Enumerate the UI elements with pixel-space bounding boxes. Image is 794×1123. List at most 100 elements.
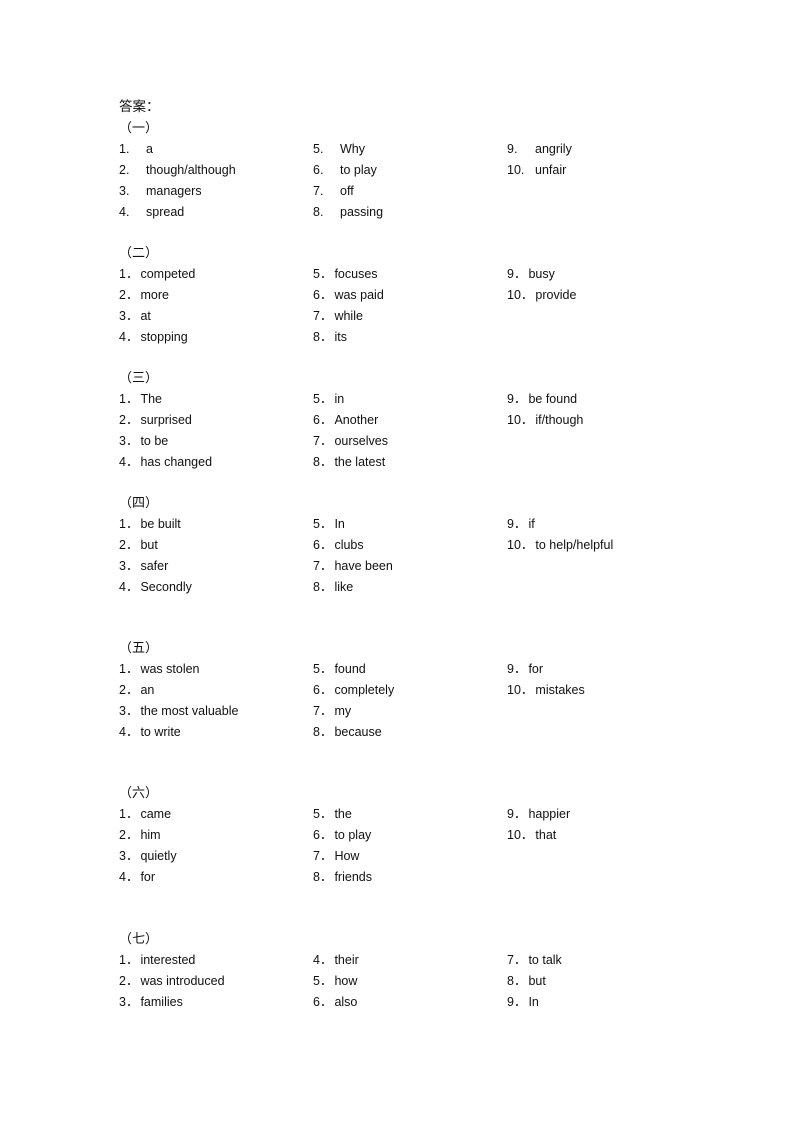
answer-item: 5． in bbox=[313, 391, 344, 407]
item-answer: the bbox=[334, 807, 352, 821]
answer-item: 7. off bbox=[313, 183, 354, 199]
answer-item: 9． be found bbox=[507, 391, 577, 407]
answer-item: 6． also bbox=[313, 994, 357, 1010]
item-number: 10． bbox=[507, 683, 534, 697]
answer-item: 4． their bbox=[313, 952, 359, 968]
answer-item: 2． but bbox=[119, 537, 158, 553]
answer-item: 7． How bbox=[313, 848, 359, 864]
answer-item: 10． if/though bbox=[507, 412, 583, 428]
item-number: 3. bbox=[119, 184, 130, 198]
item-number: 6． bbox=[313, 413, 333, 427]
item-answer: have been bbox=[334, 559, 393, 573]
answer-item: 7． while bbox=[313, 308, 363, 324]
item-number: 9. bbox=[507, 142, 518, 156]
item-answer: quietly bbox=[140, 849, 177, 863]
answer-item: 10． that bbox=[507, 827, 556, 843]
answer-item: 8． but bbox=[507, 973, 546, 989]
item-number: 7． bbox=[313, 434, 333, 448]
item-number: 3． bbox=[119, 995, 139, 1009]
item-answer: How bbox=[334, 849, 360, 863]
item-answer: angrily bbox=[535, 142, 572, 156]
answer-item: 1． competed bbox=[119, 266, 195, 282]
item-answer: Why bbox=[340, 142, 365, 156]
item-number: 9． bbox=[507, 662, 527, 676]
answer-item: 8. passing bbox=[313, 204, 383, 220]
item-number: 8． bbox=[313, 580, 333, 594]
item-answer: but bbox=[528, 974, 546, 988]
answer-item: 6． completely bbox=[313, 682, 394, 698]
item-number: 6． bbox=[313, 538, 333, 552]
answer-item: 8． its bbox=[313, 329, 347, 345]
item-answer: to talk bbox=[528, 953, 562, 967]
answer-item: 3． the most valuable bbox=[119, 703, 238, 719]
item-answer: busy bbox=[528, 267, 555, 281]
answer-item: 3． to be bbox=[119, 433, 168, 449]
answer-item: 3. managers bbox=[119, 183, 202, 199]
item-number: 3． bbox=[119, 849, 139, 863]
answer-item: 3． at bbox=[119, 308, 151, 324]
item-number: 9． bbox=[507, 267, 527, 281]
item-answer: if/though bbox=[535, 413, 584, 427]
item-answer: to write bbox=[140, 725, 181, 739]
item-answer: interested bbox=[140, 953, 196, 967]
item-number: 9． bbox=[507, 807, 527, 821]
item-answer: a bbox=[146, 142, 153, 156]
item-answer: that bbox=[535, 828, 557, 842]
item-number: 8． bbox=[313, 870, 333, 884]
item-answer: spread bbox=[146, 205, 185, 219]
item-answer: also bbox=[334, 995, 358, 1009]
answer-item: 6． to play bbox=[313, 827, 371, 843]
item-number: 5. bbox=[313, 142, 324, 156]
answer-item: 6． was paid bbox=[313, 287, 384, 303]
item-number: 1． bbox=[119, 267, 139, 281]
item-answer: the latest bbox=[334, 455, 386, 469]
item-number: 7． bbox=[313, 309, 333, 323]
answer-item: 5． focuses bbox=[313, 266, 378, 282]
answer-item: 9． In bbox=[507, 994, 539, 1010]
item-answer: Secondly bbox=[140, 580, 192, 594]
answer-item: 9. angrily bbox=[507, 141, 572, 157]
item-answer: In bbox=[334, 517, 345, 531]
answer-item: 6． clubs bbox=[313, 537, 364, 553]
item-number: 2． bbox=[119, 683, 139, 697]
answer-item: 5． the bbox=[313, 806, 352, 822]
item-answer: in bbox=[334, 392, 345, 406]
item-answer: completely bbox=[334, 683, 395, 697]
item-number: 4． bbox=[313, 953, 333, 967]
item-number: 2. bbox=[119, 163, 130, 177]
answer-item: 4． has changed bbox=[119, 454, 212, 470]
item-answer: was paid bbox=[334, 288, 384, 302]
answer-item: 3． quietly bbox=[119, 848, 177, 864]
item-answer: off bbox=[340, 184, 354, 198]
item-answer: because bbox=[334, 725, 382, 739]
answer-item: 10． to help/helpful bbox=[507, 537, 613, 553]
item-answer: focuses bbox=[334, 267, 378, 281]
answer-item: 9． busy bbox=[507, 266, 555, 282]
item-answer: for bbox=[140, 870, 156, 884]
item-answer: though/although bbox=[146, 163, 236, 177]
item-number: 10． bbox=[507, 413, 534, 427]
answer-item: 7． my bbox=[313, 703, 351, 719]
item-number: 3． bbox=[119, 309, 139, 323]
answer-item: 4． Secondly bbox=[119, 579, 192, 595]
answer-item: 1． was stolen bbox=[119, 661, 200, 677]
answer-item: 6. to play bbox=[313, 162, 377, 178]
item-answer: like bbox=[334, 580, 354, 594]
item-number: 6． bbox=[313, 288, 333, 302]
answer-item: 9． if bbox=[507, 516, 535, 532]
item-answer: but bbox=[140, 538, 158, 552]
item-number: 3． bbox=[119, 559, 139, 573]
item-number: 9． bbox=[507, 517, 527, 531]
item-answer: while bbox=[334, 309, 363, 323]
item-number: 4． bbox=[119, 580, 139, 594]
item-number: 6． bbox=[313, 683, 333, 697]
item-answer: to play bbox=[334, 828, 372, 842]
item-number: 1. bbox=[119, 142, 130, 156]
item-number: 8． bbox=[313, 455, 333, 469]
item-number: 7． bbox=[313, 704, 333, 718]
item-answer: managers bbox=[146, 184, 202, 198]
item-number: 8． bbox=[313, 725, 333, 739]
item-answer: was introduced bbox=[140, 974, 225, 988]
item-number: 4. bbox=[119, 205, 130, 219]
item-number: 5． bbox=[313, 662, 333, 676]
